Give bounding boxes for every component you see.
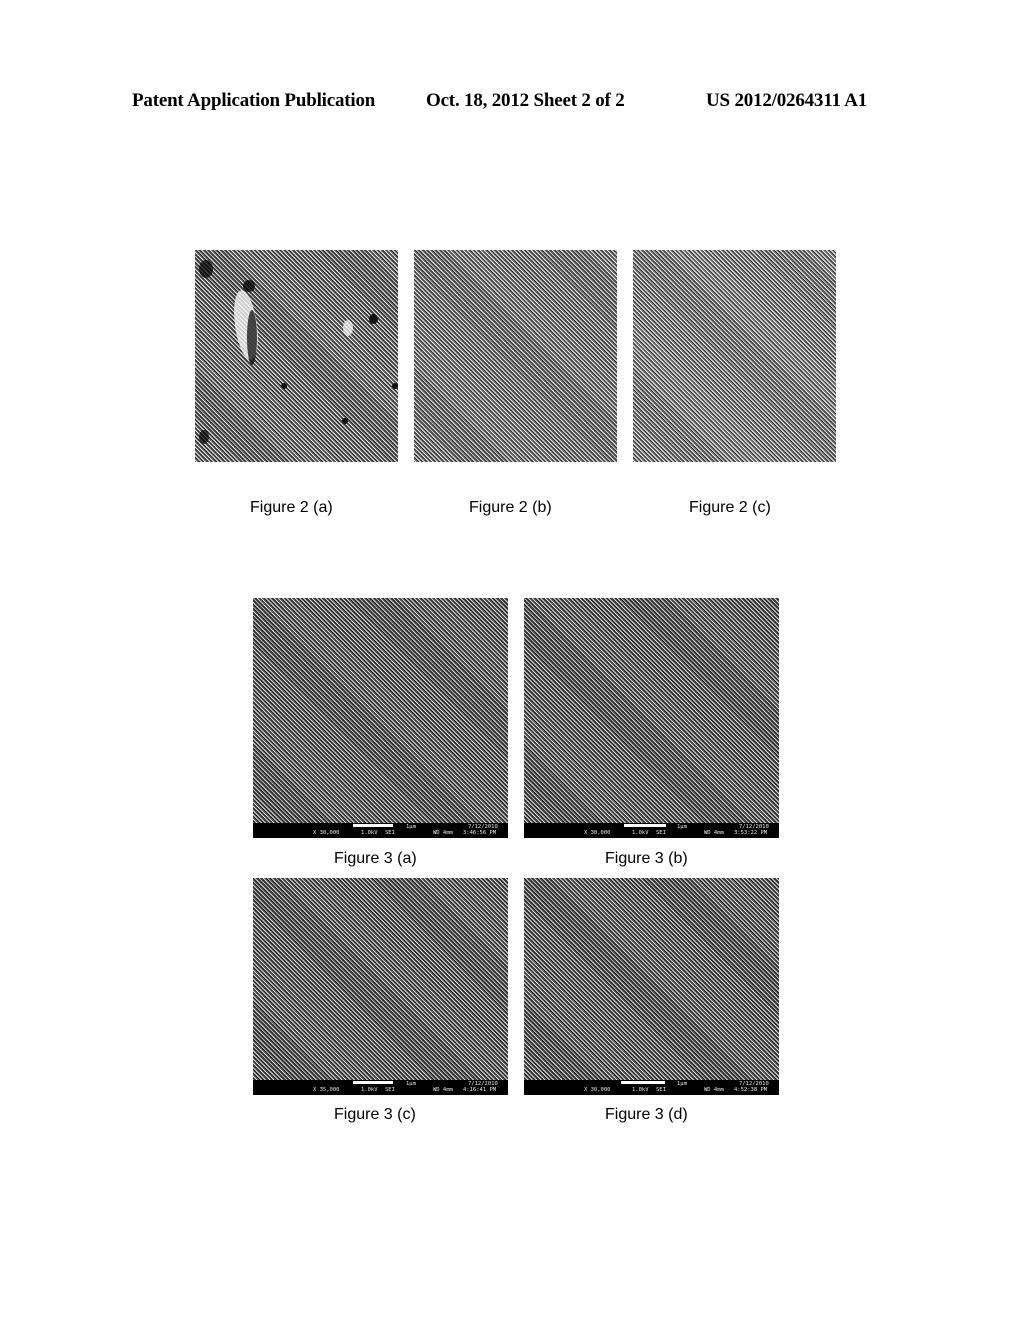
surface-feature [199, 430, 209, 444]
sem-detector: SEI [385, 830, 395, 836]
figure-2a-caption: Figure 2 (a) [250, 499, 333, 516]
surface-feature [243, 280, 255, 292]
sem-scale-label: 1μm [677, 1081, 687, 1087]
scale-bar [621, 1081, 665, 1084]
figure-3b-sem-image: X 30,000 1.0kV SEI 1μm WD 4mm 7/12/2010 … [524, 598, 779, 838]
sem-info-bar: X 30,000 1.0kV SEI 1μm WD 4mm 7/12/2010 … [253, 823, 508, 838]
publication-type: Patent Application Publication [132, 90, 376, 111]
figure-3d-sem-image: X 30,000 1.0kV SEI 1μm WD 4mm 7/12/2010 … [524, 878, 779, 1095]
surface-feature [230, 288, 262, 362]
sem-time: 3:53:22 PM [734, 830, 768, 836]
figure-3d-caption: Figure 3 (d) [605, 1106, 688, 1123]
sem-voltage: 1.0kV [361, 830, 378, 836]
sem-magnification: X 30,000 [584, 830, 611, 836]
sem-working-distance: WD 4mm [433, 1087, 453, 1093]
sem-scale-label: 1μm [406, 1081, 416, 1087]
surface-feature [281, 383, 287, 389]
sem-working-distance: WD 4mm [704, 1087, 724, 1093]
sem-voltage: 1.0kV [632, 830, 649, 836]
surface-feature [392, 383, 398, 389]
sem-voltage: 1.0kV [632, 1087, 649, 1093]
figure-3a-caption: Figure 3 (a) [334, 850, 417, 867]
surface-feature [343, 320, 353, 336]
sem-working-distance: WD 4mm [433, 830, 453, 836]
sem-voltage: 1.0kV [361, 1087, 378, 1093]
scale-bar [353, 824, 393, 827]
sem-time: 4:16:41 PM [463, 1087, 497, 1093]
sem-info-bar: X 35,000 1.0kV SEI 1μm WD 4mm 7/12/2010 … [253, 1080, 508, 1095]
sem-detector: SEI [656, 1087, 666, 1093]
surface-feature [369, 314, 378, 324]
sem-detector: SEI [656, 830, 666, 836]
figure-3c-sem-image: X 35,000 1.0kV SEI 1μm WD 4mm 7/12/2010 … [253, 878, 508, 1095]
publication-date-sheet: Oct. 18, 2012 Sheet 2 of 2 [426, 90, 625, 111]
sem-magnification: X 30,000 [313, 830, 340, 836]
figure-2c-caption: Figure 2 (c) [689, 499, 771, 516]
sem-info-bar: X 30,000 1.0kV SEI 1μm WD 4mm 7/12/2010 … [524, 823, 779, 838]
publication-number: US 2012/0264311 A1 [706, 90, 868, 111]
sem-magnification: X 30,000 [584, 1087, 611, 1093]
figure-2c-image [633, 250, 836, 462]
scale-bar [624, 824, 666, 827]
sem-time: 3:46:56 PM [463, 830, 497, 836]
sem-scale-label: 1μm [406, 824, 416, 830]
sem-detector: SEI [385, 1087, 395, 1093]
sem-scale-label: 1μm [677, 824, 687, 830]
sem-info-bar: X 30,000 1.0kV SEI 1μm WD 4mm 7/12/2010 … [524, 1080, 779, 1095]
sem-magnification: X 35,000 [313, 1087, 340, 1093]
figure-3b-caption: Figure 3 (b) [605, 850, 688, 867]
figure-2a-image [195, 250, 398, 462]
sem-working-distance: WD 4mm [704, 830, 724, 836]
figure-2b-caption: Figure 2 (b) [469, 499, 552, 516]
figure-3c-caption: Figure 3 (c) [334, 1106, 416, 1123]
figure-2b-image [414, 250, 617, 462]
surface-feature [199, 260, 213, 278]
surface-feature [247, 310, 257, 365]
scale-bar [353, 1081, 393, 1084]
figure-3a-sem-image: X 30,000 1.0kV SEI 1μm WD 4mm 7/12/2010 … [253, 598, 508, 838]
surface-feature [342, 418, 348, 424]
sem-time: 4:52:38 PM [734, 1087, 768, 1093]
